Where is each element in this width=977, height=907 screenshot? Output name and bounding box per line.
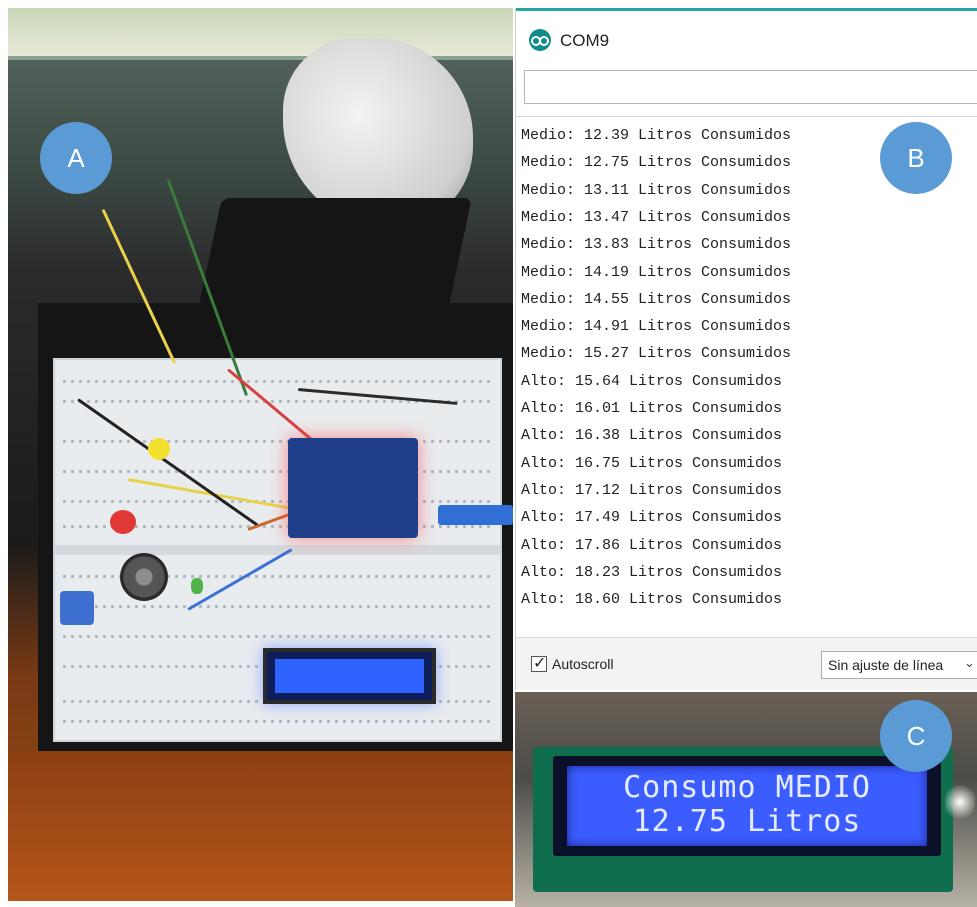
label-badge-a: A (40, 122, 112, 194)
lcd-small-screen (275, 659, 424, 693)
checkmark-icon: ✓ (533, 653, 547, 672)
serial-output-line: Alto: 17.12 Litros Consumidos (521, 481, 783, 499)
serial-output-line: Medio: 12.39 Litros Consumidos (521, 127, 792, 144)
lcd-line-2: 12.75 Litros (632, 804, 862, 839)
breadboard-channel (55, 545, 500, 555)
serial-output-line: Medio: 14.19 Litros Consumidos (521, 263, 792, 281)
chevron-down-icon: ⌄ (964, 656, 975, 671)
serial-output-line: Medio: 12.75 Litros Consumidos (521, 154, 792, 172)
serial-output-line: Medio: 13.11 Litros Consumidos (521, 181, 792, 199)
yellow-led (148, 438, 170, 460)
lcd-frame: Consumo MEDIO 12.75 Litros (553, 756, 941, 856)
breadboard-rail (63, 380, 492, 383)
usb-cable (438, 505, 513, 525)
serial-output[interactable]: Medio: 12.39 Litros Consumidos Medio: 12.… (516, 116, 977, 638)
serial-output-line: Alto: 16.01 Litros Consumidos (521, 400, 783, 417)
label-badge-b: B (880, 122, 952, 194)
red-led (110, 510, 136, 534)
lcd-screen: Consumo MEDIO 12.75 Litros (567, 766, 927, 846)
breadboard-row (63, 470, 492, 473)
green-led (191, 578, 203, 594)
serial-output-line: Medio: 13.47 Litros Consumidos (521, 208, 792, 226)
table-surface (8, 751, 513, 901)
breadboard-row (63, 605, 492, 608)
lcd-line-1: Consumo MEDIO (623, 770, 871, 805)
led-glow (945, 782, 975, 822)
serial-output-line: Alto: 16.75 Litros Consumidos (521, 454, 783, 472)
serial-output-line: Alto: 15.64 Litros Consumidos (521, 372, 783, 390)
serial-output-line: Medio: 14.91 Litros Consumidos (521, 318, 792, 336)
lcd-module-small (263, 648, 436, 704)
window-titlebar: COM9 (516, 8, 977, 67)
breadboard-row (63, 635, 492, 638)
window-title: COM9 (560, 31, 610, 50)
breadboard-rail (63, 720, 492, 723)
arduino-board (288, 438, 418, 538)
potentiometer (60, 591, 94, 625)
water-tank (8, 8, 513, 60)
buzzer (120, 553, 168, 601)
serial-output-line: Medio: 15.27 Litros Consumidos (521, 345, 792, 363)
serial-output-line: Alto: 17.86 Litros Consumidos (521, 536, 783, 554)
autoscroll-label: Autoscroll (552, 656, 614, 672)
autoscroll-checkbox[interactable]: ✓ (531, 653, 547, 672)
serial-send-input[interactable] (524, 70, 977, 104)
serial-output-line: Alto: 18.60 Litros Consumidos (521, 591, 783, 609)
serial-output-line: Alto: 16.38 Litros Consumidos (521, 427, 783, 445)
serial-monitor-window: COM9 Medio: 12.39 Litros Consumidos Medio… (515, 8, 977, 690)
breadboard-row (63, 500, 492, 503)
line-ending-select[interactable]: Sin ajuste de línea ⌄ (821, 651, 977, 679)
arduino-icon (529, 29, 551, 51)
serial-output-line: Medio: 13.83 Litros Consumidos (521, 236, 792, 254)
serial-output-line: Alto: 18.23 Litros Consumidos (521, 563, 783, 581)
serial-output-line: Alto: 17.49 Litros Consumidos (521, 509, 783, 527)
breadboard-row (63, 440, 492, 443)
line-ending-value: Sin ajuste de línea (828, 657, 944, 673)
serial-output-line: Medio: 14.55 Litros Consumidos (521, 290, 792, 308)
label-badge-c: C (880, 700, 952, 772)
